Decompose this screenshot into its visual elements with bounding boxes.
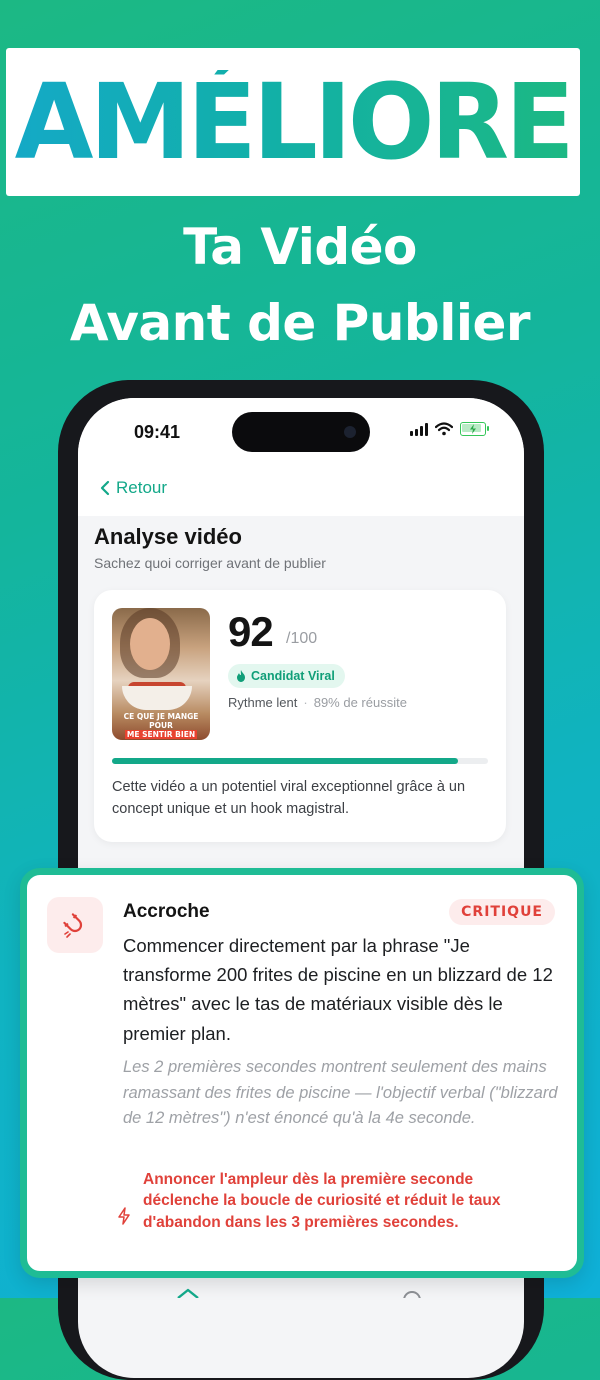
page-subtitle: Sachez quoi corriger avant de publier (94, 555, 326, 571)
score-value: 92 (228, 608, 274, 655)
viral-badge-label: Candidat Viral (251, 669, 335, 683)
feedback-suggestion: Commencer directement par la phrase "Je … (123, 935, 553, 1044)
headline-banner: AMÉLIORE (6, 48, 580, 196)
cellular-signal-icon (410, 422, 428, 436)
chevron-left-icon (100, 480, 110, 496)
score-description: Cette vidéo a un potentiel viral excepti… (112, 779, 466, 818)
settings-icon[interactable] (400, 1288, 424, 1298)
status-time: 09:41 (134, 422, 181, 442)
score-meta: Rythme lent · 89% de réussite (228, 695, 407, 710)
thumbnail-caption-line-1: CE QUE JE MANGE (123, 712, 199, 721)
score-card[interactable]: CE QUE JE MANGE POUR ME SENTIR BIEN 92 /… (94, 590, 506, 842)
feedback-title: Accroche (123, 901, 210, 922)
magnet-icon (63, 913, 83, 938)
score-progress-bar (112, 758, 488, 764)
feedback-impact-text: Annoncer l'ampleur dès la première secon… (143, 1171, 501, 1231)
tagline-line-2: Avant de Publier (69, 294, 531, 352)
tagline-line-1: Ta Vidéo (183, 218, 417, 276)
success-rate: 89% de réussite (313, 695, 407, 710)
thumbnail-caption-line-2: POUR (149, 721, 173, 730)
severity-badge: CRITIQUE (449, 899, 555, 925)
battery-charging-icon (460, 422, 489, 436)
score-max: /100 (286, 630, 318, 647)
status-bar: 09:41 (78, 398, 524, 468)
meta-separator: · (303, 695, 308, 710)
thumbnail-caption-line-3: ME SENTIR BIEN (124, 730, 198, 739)
dynamic-island (232, 412, 370, 452)
feedback-icon-box (47, 897, 103, 953)
viral-badge: Candidat Viral (228, 664, 345, 688)
flame-icon (237, 670, 245, 682)
wifi-icon (435, 422, 453, 436)
page-title: Analyse vidéo (94, 524, 242, 549)
headline-text: AMÉLIORE (14, 61, 575, 183)
home-icon[interactable] (176, 1288, 200, 1298)
back-button[interactable]: Retour (98, 478, 167, 498)
camera-icon (344, 426, 356, 438)
status-icons (410, 422, 489, 436)
lightning-icon (118, 1207, 130, 1225)
feedback-observation: Les 2 premières secondes montrent seulem… (123, 1058, 558, 1128)
navigation-bar: Retour (78, 468, 524, 516)
back-label: Retour (116, 478, 168, 497)
pace-label: Rythme lent (228, 695, 298, 710)
video-thumbnail[interactable]: CE QUE JE MANGE POUR ME SENTIR BIEN (112, 608, 210, 740)
score-progress-fill (112, 758, 458, 764)
thumbnail-caption: CE QUE JE MANGE POUR ME SENTIR BIEN (112, 712, 210, 739)
feedback-card[interactable]: Accroche CRITIQUE Commencer directement … (20, 868, 584, 1278)
